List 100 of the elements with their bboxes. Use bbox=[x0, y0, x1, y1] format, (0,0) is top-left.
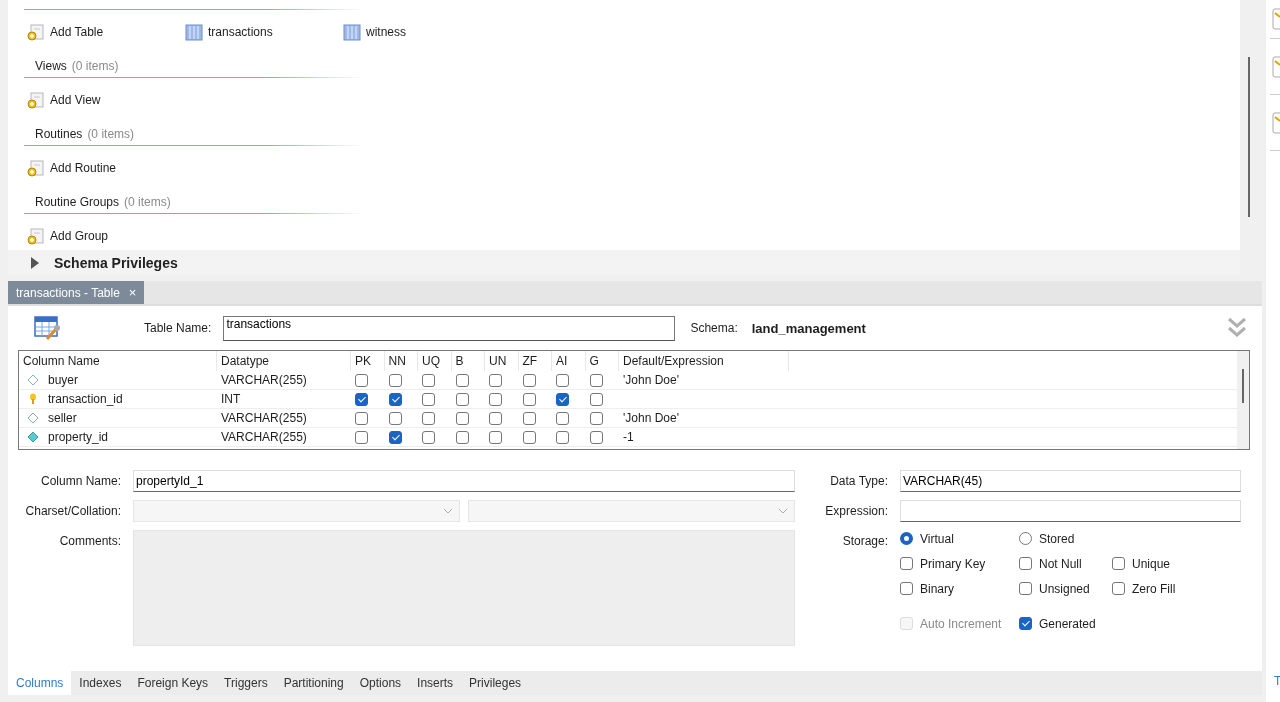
checkbox[interactable] bbox=[489, 431, 502, 445]
scrollbar[interactable] bbox=[1237, 351, 1249, 449]
add-icon bbox=[27, 227, 45, 245]
field-label: Storage: bbox=[841, 533, 888, 550]
column-header[interactable]: ZF bbox=[518, 351, 552, 371]
checkbox[interactable] bbox=[522, 431, 536, 445]
checkbox[interactable] bbox=[522, 374, 536, 388]
checkbox[interactable] bbox=[589, 431, 603, 445]
checkbox[interactable] bbox=[589, 393, 603, 407]
checkbox-option[interactable]: Binary bbox=[900, 580, 1019, 597]
item-count: (0 items) bbox=[124, 194, 171, 209]
checkbox[interactable] bbox=[388, 412, 402, 426]
overview-item[interactable]: Add Routine bbox=[27, 159, 185, 177]
field-label: Comments: bbox=[58, 533, 121, 550]
column-header[interactable]: UN bbox=[485, 351, 519, 371]
checkbox[interactable] bbox=[388, 374, 402, 388]
checkbox[interactable] bbox=[556, 431, 569, 445]
chevron-down-icon bbox=[443, 508, 453, 514]
tab[interactable]: Indexes bbox=[71, 671, 130, 695]
comments-field[interactable] bbox=[133, 530, 795, 646]
table-edit-icon bbox=[34, 315, 62, 341]
checkbox[interactable] bbox=[355, 374, 368, 388]
checkbox[interactable] bbox=[355, 431, 368, 445]
checkbox[interactable] bbox=[355, 412, 368, 426]
add-icon bbox=[27, 91, 45, 109]
checkbox[interactable] bbox=[489, 412, 502, 426]
add-icon bbox=[27, 23, 45, 41]
field-label: Schema: bbox=[690, 321, 738, 335]
checkbox[interactable] bbox=[455, 412, 469, 426]
column-header[interactable]: Column Name bbox=[19, 351, 217, 371]
table-name-field[interactable]: transactions bbox=[223, 315, 676, 341]
data-type-field[interactable]: VARCHAR(45) bbox=[900, 470, 1241, 492]
column-header[interactable]: AI bbox=[552, 351, 586, 371]
tab[interactable]: Privileges bbox=[461, 671, 530, 695]
radio-option[interactable]: Stored bbox=[1019, 530, 1112, 547]
checkbox[interactable] bbox=[589, 412, 603, 426]
checkbox[interactable] bbox=[556, 393, 569, 407]
close-icon[interactable]: × bbox=[128, 285, 137, 300]
diamond-icon bbox=[27, 412, 39, 424]
table-cell-text: INT bbox=[220, 392, 242, 406]
overview-item[interactable]: transactions bbox=[185, 23, 343, 41]
column-header[interactable]: PK bbox=[351, 351, 385, 371]
checkbox[interactable] bbox=[589, 374, 603, 388]
tab[interactable]: Partitioning bbox=[275, 671, 352, 695]
document-tab[interactable]: transactions - Table × bbox=[8, 281, 145, 304]
diamond-icon bbox=[27, 431, 39, 443]
table-cell: transaction_id bbox=[19, 392, 217, 406]
table-cell: buyer bbox=[19, 373, 217, 387]
tab[interactable]: Inserts bbox=[409, 671, 462, 695]
tab[interactable]: Options bbox=[351, 671, 410, 695]
checkbox-option[interactable]: Zero Fill bbox=[1112, 580, 1232, 597]
checkbox[interactable] bbox=[489, 374, 502, 388]
checkbox-option[interactable]: Unique bbox=[1112, 555, 1232, 572]
section-title: Routines bbox=[35, 126, 83, 141]
column-header[interactable]: UQ bbox=[418, 351, 452, 371]
diamond-icon bbox=[27, 374, 39, 386]
overview-item[interactable]: witness bbox=[343, 23, 501, 41]
field-label: Column Name: bbox=[39, 473, 121, 490]
checkbox[interactable] bbox=[422, 374, 435, 388]
overview-item[interactable]: Add Group bbox=[27, 227, 185, 245]
column-header[interactable]: G bbox=[585, 351, 619, 371]
column-header[interactable]: B bbox=[451, 351, 485, 371]
column-header[interactable]: Default/Expression bbox=[619, 351, 789, 371]
section-heading[interactable]: Schema Privileges bbox=[54, 254, 178, 271]
schema-name: land_management bbox=[751, 320, 867, 336]
checkbox[interactable] bbox=[388, 431, 402, 445]
table-icon bbox=[185, 23, 203, 41]
checkbox[interactable] bbox=[455, 374, 469, 388]
table-cell-text: VARCHAR(255) bbox=[220, 430, 308, 444]
checkbox[interactable] bbox=[455, 431, 469, 445]
column-header[interactable]: Datatype bbox=[217, 351, 351, 371]
radio-option[interactable]: Virtual bbox=[900, 530, 1019, 547]
overview-item[interactable]: Add View bbox=[27, 91, 185, 109]
checkbox-option[interactable]: Not Null bbox=[1019, 555, 1112, 572]
checkbox[interactable] bbox=[388, 393, 402, 407]
tab[interactable]: Foreign Keys bbox=[129, 671, 217, 695]
checkbox[interactable] bbox=[556, 374, 569, 388]
column-name-field[interactable]: propertyId_1 bbox=[133, 470, 795, 492]
checkbox[interactable] bbox=[455, 393, 469, 407]
expression-field[interactable] bbox=[900, 500, 1241, 522]
tab[interactable]: Triggers bbox=[216, 671, 276, 695]
column-header[interactable]: NN bbox=[384, 351, 418, 371]
overview-item[interactable]: Add Table bbox=[27, 23, 185, 41]
checkbox[interactable] bbox=[556, 412, 569, 426]
section-title: Routine Groups bbox=[35, 194, 120, 209]
table-cell-text: -1 bbox=[622, 430, 635, 444]
tab[interactable]: Columns bbox=[8, 671, 72, 695]
checkbox[interactable] bbox=[422, 393, 435, 407]
checkbox-option[interactable]: Unsigned bbox=[1019, 580, 1112, 597]
checkbox[interactable] bbox=[522, 393, 536, 407]
collapse-chevron-icon bbox=[1227, 317, 1247, 339]
checkbox-option[interactable]: Primary Key bbox=[900, 555, 1019, 572]
checkbox[interactable] bbox=[355, 393, 368, 407]
section-title: Views bbox=[35, 58, 67, 73]
checkbox[interactable] bbox=[422, 431, 435, 445]
checkbox[interactable] bbox=[422, 412, 435, 426]
checkbox[interactable] bbox=[489, 393, 502, 407]
add-icon bbox=[27, 159, 45, 177]
checkbox-option[interactable]: Generated bbox=[1019, 615, 1112, 632]
checkbox[interactable] bbox=[522, 412, 536, 426]
